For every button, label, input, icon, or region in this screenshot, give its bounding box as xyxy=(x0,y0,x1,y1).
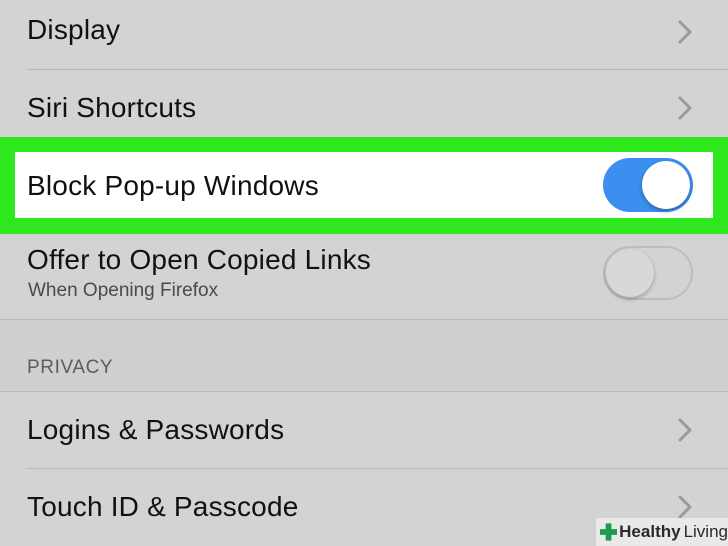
plus-cross-icon xyxy=(600,523,618,541)
siri-shortcuts-row[interactable]: Siri Shortcuts xyxy=(0,70,728,137)
healthy-living-watermark: Healthy Living xyxy=(596,518,728,546)
chevron-right-icon xyxy=(678,418,692,442)
watermark-brand-light: Living xyxy=(683,522,728,541)
divider xyxy=(0,319,728,320)
logins-passwords-row[interactable]: Logins & Passwords xyxy=(0,392,728,468)
toggle-knob xyxy=(642,161,690,209)
block-popups-label: Block Pop-up Windows xyxy=(27,170,319,201)
offer-copied-links-label: Offer to Open Copied Links xyxy=(27,244,371,275)
chevron-right-icon xyxy=(678,495,692,519)
offer-copied-links-sublabel: When Opening Firefox xyxy=(28,280,219,301)
privacy-section-header: PRIVACY xyxy=(27,357,114,378)
offer-copied-links-toggle[interactable] xyxy=(603,246,693,300)
display-row[interactable]: Display xyxy=(0,0,728,69)
offer-copied-links-row[interactable]: Offer to Open Copied Links When Opening … xyxy=(0,234,728,319)
chevron-right-icon xyxy=(678,20,692,44)
logins-passwords-label: Logins & Passwords xyxy=(27,414,285,445)
display-label: Display xyxy=(27,14,121,45)
chevron-right-icon xyxy=(678,96,692,120)
siri-shortcuts-label: Siri Shortcuts xyxy=(27,92,197,123)
watermark-brand-bold: Healthy xyxy=(619,522,681,541)
block-popups-row[interactable]: Block Pop-up Windows xyxy=(15,152,713,218)
touch-id-label: Touch ID & Passcode xyxy=(27,491,299,522)
toggle-knob xyxy=(606,249,654,297)
block-popups-toggle[interactable] xyxy=(603,158,693,212)
